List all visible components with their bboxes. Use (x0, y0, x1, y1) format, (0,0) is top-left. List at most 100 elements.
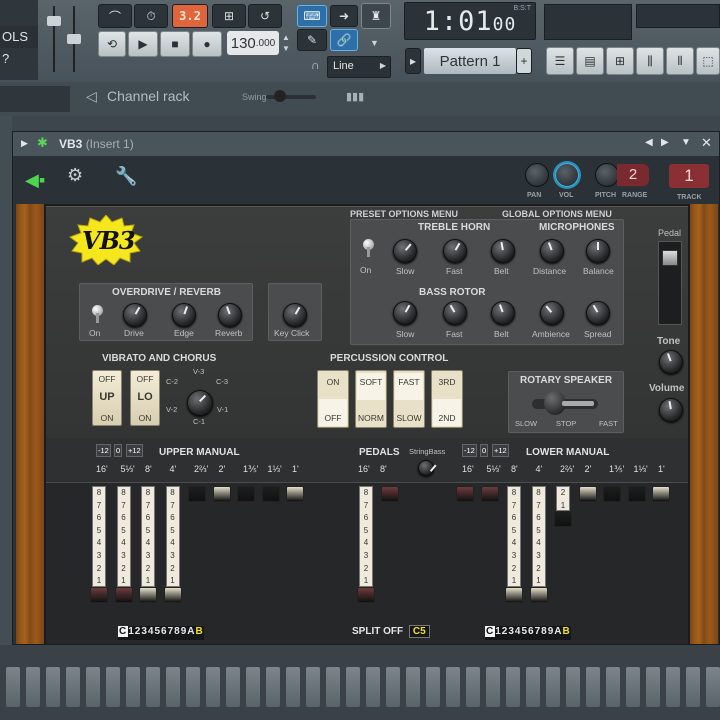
lower-drawbar-3[interactable]: 8 7 6 5 4 3 2 1 (507, 486, 521, 587)
preset-options-menu[interactable]: PRESET OPTIONS MENU (350, 209, 458, 219)
mixer-channel-slot[interactable] (486, 667, 500, 707)
step-edit-button[interactable]: ⊞ (212, 4, 246, 28)
gear-icon[interactable]: ✱ (37, 135, 48, 151)
percussion-harmonic-switch[interactable]: 3RD 2ND (431, 370, 463, 428)
preset-key-B[interactable]: B (196, 626, 204, 637)
upper-drawbar-1[interactable]: 8 7 6 5 4 3 2 1 (92, 486, 106, 587)
lower-drawbar-handle-7[interactable] (603, 486, 621, 502)
mixer-channel-slot[interactable] (426, 667, 440, 707)
mixer-channel-slot[interactable] (206, 667, 220, 707)
close-icon[interactable]: ✕ (701, 135, 712, 151)
lower-drawbar-handle-5[interactable] (554, 511, 572, 528)
wrench-icon[interactable]: 🔧 (115, 166, 137, 187)
vibrato-lower-switch[interactable]: OFF LO ON (130, 370, 160, 426)
upper-drawbar-handle-6[interactable] (212, 486, 231, 502)
treble-fast-knob[interactable] (443, 239, 467, 263)
tone-knob[interactable] (659, 350, 683, 374)
lower-drawbar-handle-6[interactable] (578, 486, 597, 502)
channel-rack-icon[interactable]: ⫼ (636, 47, 664, 75)
volume-knob[interactable] (555, 163, 579, 187)
song-position-display[interactable]: 1:01 00 B:S:T (404, 2, 536, 40)
plugin-titlebar[interactable]: ▶ ✱ VB3 (Insert 1) ◀ ▶ ▼ ✕ (13, 132, 719, 156)
track-display[interactable]: 1 (669, 164, 709, 188)
mixer-channel-slot[interactable] (566, 667, 580, 707)
mixer-channel-slot[interactable] (346, 667, 360, 707)
mixer-channel-slot[interactable] (666, 667, 680, 707)
percussion-soft-switch[interactable]: SOFT NORM (355, 370, 387, 428)
upper-preset-keys[interactable]: C123456789AB (118, 626, 204, 640)
split-note[interactable]: C5 (408, 625, 430, 638)
lower-drawbar-handle-4[interactable] (529, 586, 548, 603)
preset-key-C[interactable]: C (485, 626, 496, 637)
preset-key-A[interactable]: A (554, 626, 562, 637)
bass-slow-knob[interactable] (393, 301, 417, 325)
tempo-display[interactable]: 130.000 (227, 31, 279, 55)
step-sequencer-icon[interactable]: ⊞ (606, 47, 634, 75)
mixer-channel-slot[interactable] (686, 667, 700, 707)
upper-drawbar-4[interactable]: 8 7 6 5 4 3 2 1 (165, 486, 180, 587)
lower-transpose-zero[interactable]: 0 (480, 444, 489, 457)
tempo-arrows-icon[interactable]: ▲ ▼ (282, 32, 290, 54)
mixer-channel-slot[interactable] (466, 667, 480, 707)
prev-preset-icon[interactable]: ◀ (645, 137, 653, 148)
mixer-channel-slot[interactable] (506, 667, 520, 707)
string-bass-knob[interactable] (418, 460, 434, 476)
snap-select[interactable]: Line ▶ (327, 56, 391, 78)
upper-drawbar-handle-4[interactable] (163, 586, 182, 603)
upper-drawbar-2[interactable]: 8 7 6 5 4 3 2 1 (116, 486, 131, 587)
upper-drawbar-handle-5[interactable] (188, 486, 206, 502)
spread-knob[interactable] (586, 301, 610, 325)
lower-drawbar-handle-2[interactable] (480, 486, 499, 502)
lower-drawbar-handle-8[interactable] (627, 486, 646, 502)
mixer-channel-slot[interactable] (266, 667, 280, 707)
percussion-fast-switch[interactable]: FAST SLOW (393, 370, 425, 428)
hat-icon[interactable]: ♜ (361, 3, 391, 29)
master-pitch-slider[interactable] (67, 6, 81, 72)
browser-icon[interactable]: ⬚ (696, 47, 720, 75)
lower-drawbar-4[interactable]: 8 7 6 5 4 3 2 1 (531, 486, 546, 587)
mixer-channel-slot[interactable] (386, 667, 400, 707)
swing-slider[interactable] (266, 90, 316, 102)
mixer-channel-slot[interactable] (286, 667, 300, 707)
mixer-channel-slot[interactable] (186, 667, 200, 707)
preset-key-A[interactable]: A (187, 626, 195, 637)
wait-for-input-button[interactable]: ⏱ (134, 4, 168, 28)
lower-drawbar-5[interactable]: 21 (556, 486, 570, 512)
mixer-icon[interactable]: ⫴ (666, 47, 694, 75)
mixer-channel-slot[interactable] (106, 667, 120, 707)
lower-drawbar-handle-1[interactable] (456, 486, 474, 502)
mixer-channel-slot[interactable] (406, 667, 420, 707)
mixer-channel-slot[interactable] (706, 667, 720, 707)
countdown-button[interactable]: 3.2 (172, 4, 208, 28)
mixer-channel-slot[interactable] (606, 667, 620, 707)
split-section[interactable]: SPLIT OFF C5 (352, 625, 430, 640)
upper-drawbar-handle-8[interactable] (261, 486, 280, 502)
metronome-button[interactable]: ⌒ (98, 4, 132, 28)
lower-preset-keys[interactable]: C123456789AB (485, 626, 571, 640)
percussion-on-switch[interactable]: ON OFF (317, 370, 349, 428)
upper-drawbar-handle-3[interactable] (139, 586, 157, 603)
mixer-channel-slot[interactable] (366, 667, 380, 707)
rotor-on-toggle[interactable] (361, 239, 375, 263)
global-options-menu[interactable]: GLOBAL OPTIONS MENU (502, 209, 612, 219)
vibrato-upper-switch[interactable]: OFF UP ON (92, 370, 122, 426)
pedal-drawbar-1[interactable]: 8 7 6 5 4 3 2 1 (359, 486, 373, 587)
drive-knob[interactable] (123, 303, 147, 327)
mixer-channel-slot[interactable] (66, 667, 80, 707)
pan-knob[interactable] (525, 163, 549, 187)
upper-drawbar-3[interactable]: 8 7 6 5 4 3 2 1 (141, 486, 155, 587)
mixer-channel-slot[interactable] (46, 667, 60, 707)
preset-key-C[interactable]: C (118, 626, 129, 637)
mixer-channel-slot[interactable] (586, 667, 600, 707)
range-display[interactable]: 2 (617, 164, 649, 186)
rotary-speed-lever[interactable] (532, 391, 598, 417)
mixer-channel-slot[interactable] (26, 667, 40, 707)
mixer-channel-slot[interactable] (526, 667, 540, 707)
pedal-drawbar-handle-1[interactable] (357, 586, 375, 603)
mixer-channel-slot[interactable] (446, 667, 460, 707)
key-click-knob[interactable] (283, 303, 307, 327)
preset-key-B[interactable]: B (563, 626, 571, 637)
add-pattern-button[interactable]: + (516, 48, 532, 74)
chain-link-icon[interactable]: 🔗 (330, 29, 358, 51)
lower-transpose-minus[interactable]: -12 (462, 444, 477, 457)
